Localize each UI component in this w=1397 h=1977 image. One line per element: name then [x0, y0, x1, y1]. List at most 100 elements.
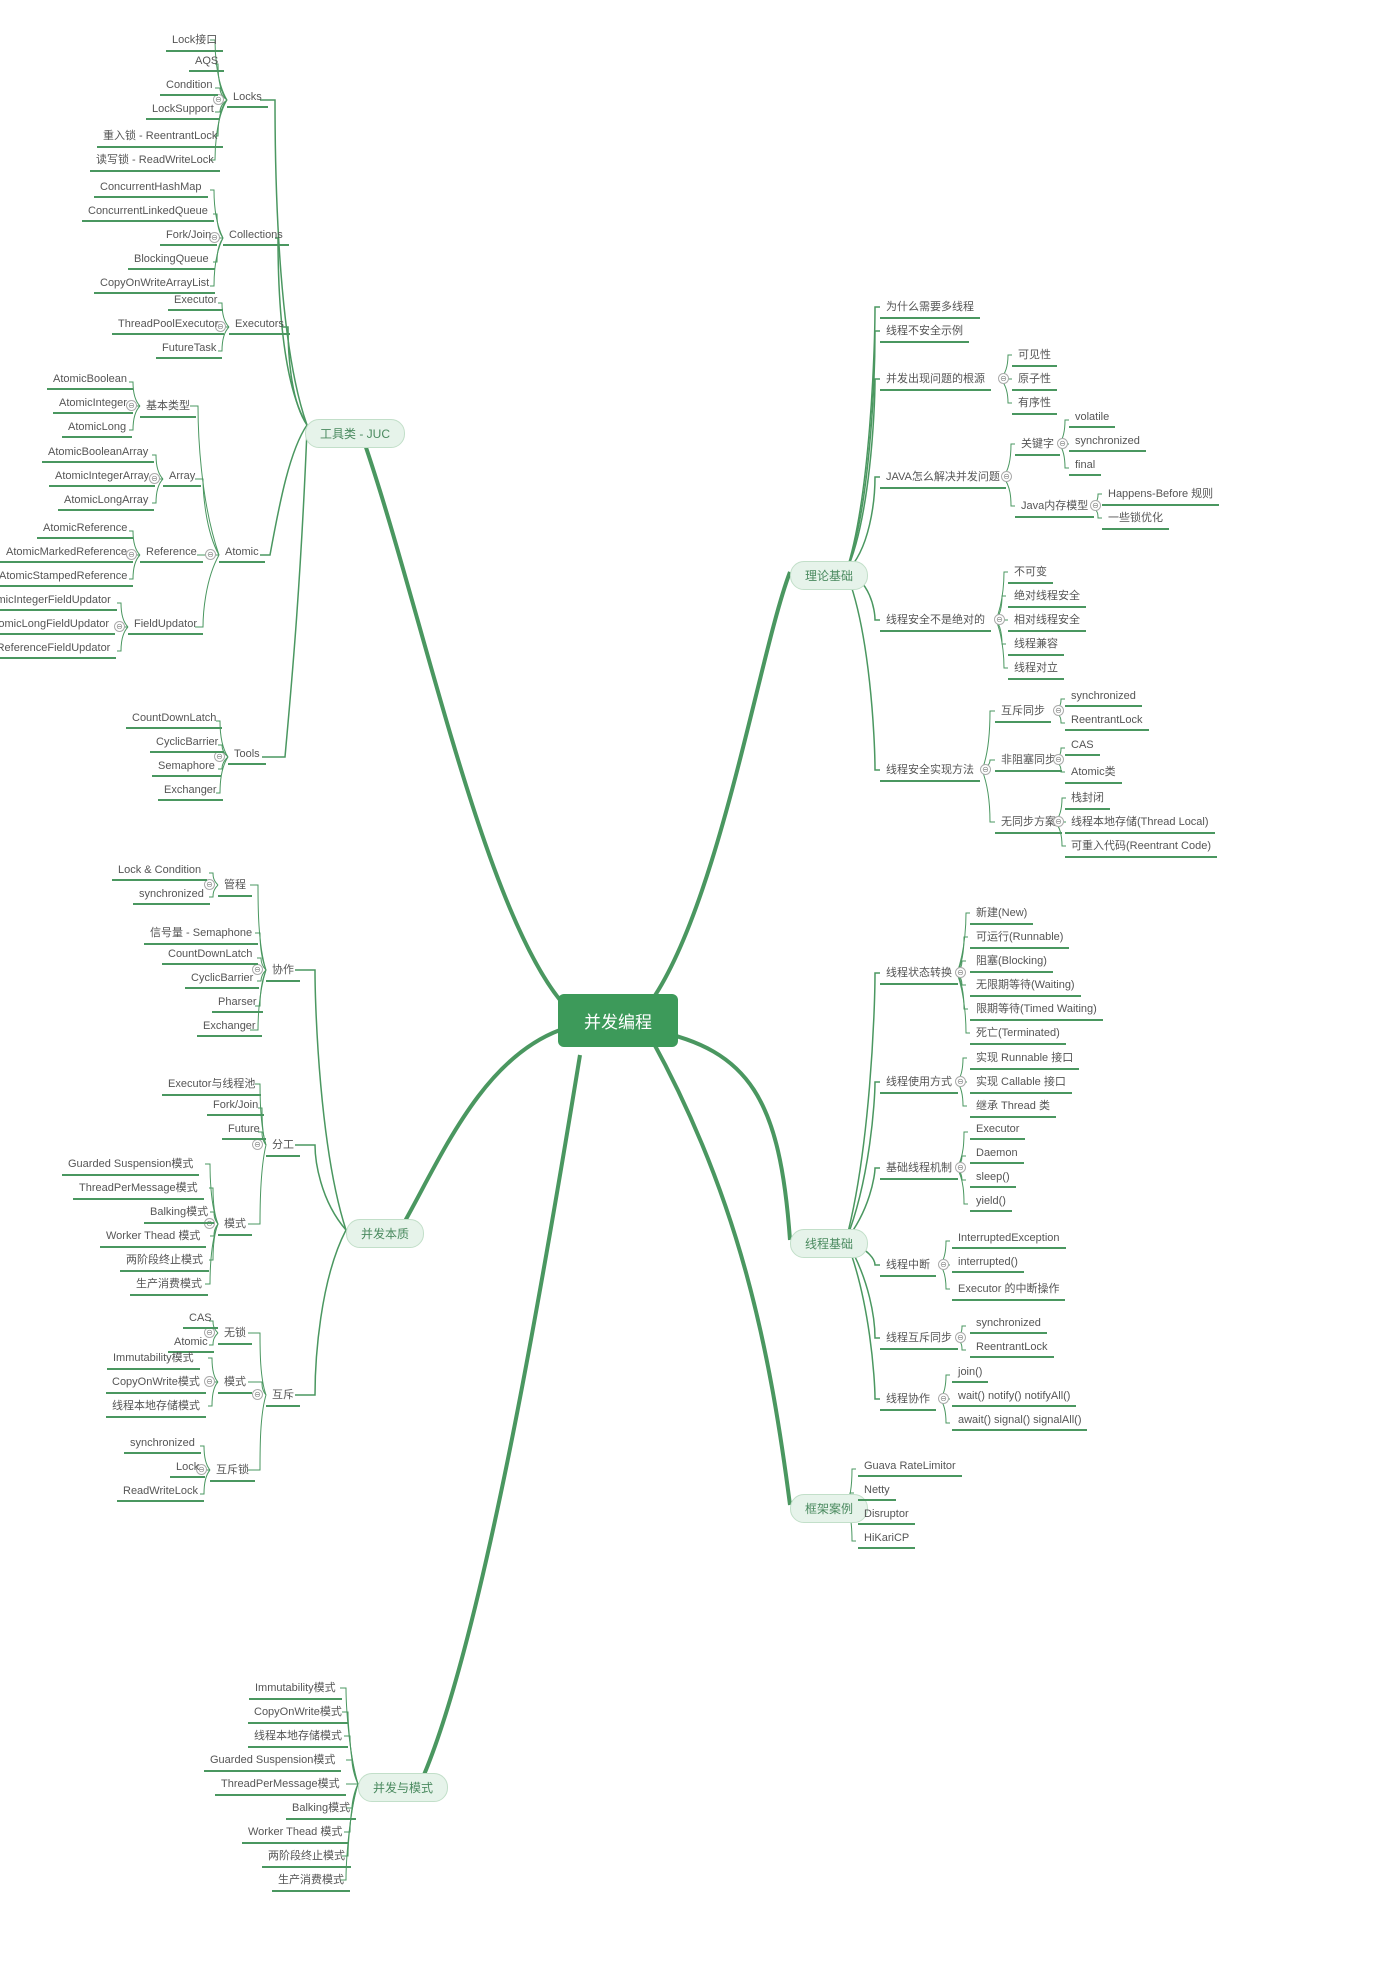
toggle-icon[interactable]: ⊖ — [955, 1076, 966, 1087]
leaf[interactable]: 可运行(Runnable) — [970, 926, 1069, 949]
leaf[interactable]: ReentrantLock — [1065, 712, 1149, 731]
theory-jmm[interactable]: Java内存模型 — [1015, 495, 1094, 518]
toggle-icon[interactable]: ⊖ — [1057, 438, 1068, 449]
leaf[interactable]: ConcurrentHashMap — [94, 179, 208, 198]
leaf[interactable]: 继承 Thread 类 — [970, 1095, 1056, 1118]
leaf[interactable]: BlockingQueue — [128, 251, 215, 270]
leaf[interactable]: 有序性 — [1012, 392, 1057, 415]
leaf[interactable]: AtomicMarkedReference — [0, 544, 133, 563]
leaf[interactable]: ReentrantLock — [970, 1339, 1054, 1358]
leaf[interactable]: Netty — [858, 1482, 896, 1501]
leaf[interactable]: Future — [222, 1121, 266, 1140]
leaf[interactable]: 无限期等待(Waiting) — [970, 974, 1081, 997]
essence-lock[interactable]: 互斥锁 — [210, 1459, 255, 1482]
leaf[interactable]: Guarded Suspension模式 — [204, 1749, 341, 1772]
branch-juc[interactable]: 工具类 - JUC — [305, 419, 405, 448]
juc-atomic-basic[interactable]: 基本类型 — [140, 395, 196, 418]
toggle-icon[interactable]: ⊖ — [252, 1389, 263, 1400]
leaf[interactable]: Exchanger — [158, 782, 223, 801]
branch-thread[interactable]: 线程基础 — [790, 1229, 868, 1258]
leaf[interactable]: 生产消费模式 — [272, 1869, 350, 1892]
leaf[interactable]: 线程对立 — [1008, 657, 1064, 680]
toggle-icon[interactable]: ⊖ — [1090, 500, 1101, 511]
leaf[interactable]: Guava RateLimitor — [858, 1458, 962, 1477]
theory-root[interactable]: 并发出现问题的根源 — [880, 368, 991, 391]
leaf[interactable]: 线程本地存储(Thread Local) — [1065, 811, 1215, 834]
leaf[interactable]: 栈封闭 — [1065, 787, 1110, 810]
leaf[interactable]: wait() notify() notifyAll() — [952, 1388, 1076, 1407]
thread-coop[interactable]: 线程协作 — [880, 1388, 936, 1411]
leaf[interactable]: 阻塞(Blocking) — [970, 950, 1053, 973]
essence-mutex[interactable]: 互斥 — [266, 1384, 300, 1407]
leaf[interactable]: Guarded Suspension模式 — [62, 1153, 199, 1176]
toggle-icon[interactable]: ⊖ — [955, 967, 966, 978]
leaf[interactable]: Worker Thead 模式 — [242, 1821, 348, 1844]
branch-framework[interactable]: 框架案例 — [790, 1494, 868, 1523]
toggle-icon[interactable]: ⊖ — [205, 549, 216, 560]
leaf[interactable]: 不可变 — [1008, 561, 1053, 584]
leaf[interactable]: Worker Thead 模式 — [100, 1225, 206, 1248]
leaf[interactable]: 实现 Callable 接口 — [970, 1071, 1072, 1094]
juc-atomic-updator[interactable]: FieldUpdator — [128, 616, 203, 635]
juc-tools[interactable]: Tools — [228, 746, 266, 765]
leaf[interactable]: 线程兼容 — [1008, 633, 1064, 656]
leaf[interactable]: Executor — [970, 1121, 1025, 1140]
leaf[interactable]: interrupted() — [952, 1254, 1024, 1273]
juc-atomic-reference[interactable]: Reference — [140, 544, 203, 563]
leaf[interactable]: 原子性 — [1012, 368, 1057, 391]
leaf[interactable]: Lock — [170, 1459, 205, 1478]
toggle-icon[interactable]: ⊖ — [938, 1393, 949, 1404]
thread-state[interactable]: 线程状态转换 — [880, 962, 958, 985]
leaf[interactable]: AtomicReference — [37, 520, 133, 539]
leaf[interactable]: synchronized — [970, 1315, 1047, 1334]
leaf[interactable]: 新建(New) — [970, 902, 1033, 925]
leaf[interactable]: 生产消费模式 — [130, 1273, 208, 1296]
branch-essence[interactable]: 并发本质 — [346, 1219, 424, 1248]
leaf[interactable]: Balking模式 — [144, 1201, 214, 1224]
leaf[interactable]: Fork/Join — [207, 1097, 264, 1116]
branch-theory[interactable]: 理论基础 — [790, 561, 868, 590]
leaf[interactable]: final — [1069, 457, 1101, 476]
leaf[interactable]: ThreadPoolExecutor — [112, 316, 224, 335]
leaf[interactable]: 读写锁 - ReadWriteLock — [90, 149, 220, 172]
leaf[interactable]: synchronized — [124, 1435, 201, 1454]
leaf[interactable]: Condition — [160, 77, 218, 96]
juc-collections[interactable]: Collections — [223, 227, 289, 246]
toggle-icon[interactable]: ⊖ — [998, 373, 1009, 384]
leaf[interactable]: synchronized — [133, 886, 210, 905]
leaf[interactable]: CountDownLatch — [126, 710, 222, 729]
thread-intr[interactable]: 线程中断 — [880, 1254, 936, 1277]
theory-notabs[interactable]: 线程安全不是绝对的 — [880, 609, 991, 632]
leaf[interactable]: InterruptedException — [952, 1230, 1066, 1249]
leaf[interactable]: Lock接口 — [166, 29, 223, 52]
toggle-icon[interactable]: ⊖ — [955, 1332, 966, 1343]
toggle-icon[interactable]: ⊖ — [955, 1162, 966, 1173]
leaf[interactable]: 线程不安全示例 — [880, 320, 969, 343]
leaf[interactable]: 重入锁 - ReentrantLock — [97, 125, 223, 148]
leaf[interactable]: synchronized — [1069, 433, 1146, 452]
leaf[interactable]: CAS — [1065, 737, 1100, 756]
leaf[interactable]: AtomicBoolean — [47, 371, 133, 390]
essence-div-pattern[interactable]: 模式 — [218, 1213, 252, 1236]
leaf[interactable]: AtomicLong — [62, 419, 132, 438]
leaf[interactable]: Lock & Condition — [112, 862, 207, 881]
leaf[interactable]: 实现 Runnable 接口 — [970, 1047, 1079, 1070]
leaf[interactable]: Disruptor — [858, 1506, 915, 1525]
theory-keyword[interactable]: 关键字 — [1015, 433, 1060, 456]
leaf[interactable]: Daemon — [970, 1145, 1024, 1164]
leaf[interactable]: 两阶段终止模式 — [262, 1845, 351, 1868]
essence-coop[interactable]: 协作 — [266, 959, 300, 982]
essence-div[interactable]: 分工 — [266, 1134, 300, 1157]
leaf[interactable]: Exchanger — [197, 1018, 262, 1037]
leaf[interactable]: LockSupport — [146, 101, 220, 120]
thread-mech[interactable]: 基础线程机制 — [880, 1157, 958, 1180]
leaf[interactable]: CyclicBarrier — [185, 970, 259, 989]
thread-sync[interactable]: 线程互斥同步 — [880, 1327, 958, 1350]
essence-mutex-pattern[interactable]: 模式 — [218, 1371, 252, 1394]
leaf[interactable]: Pharser — [212, 994, 263, 1013]
leaf[interactable]: AtomicIntegerFieldUpdator — [0, 592, 117, 611]
leaf[interactable]: FutureTask — [156, 340, 222, 359]
theory-impl[interactable]: 线程安全实现方法 — [880, 759, 980, 782]
leaf[interactable]: HiKariCP — [858, 1530, 915, 1549]
leaf[interactable]: 相对线程安全 — [1008, 609, 1086, 632]
